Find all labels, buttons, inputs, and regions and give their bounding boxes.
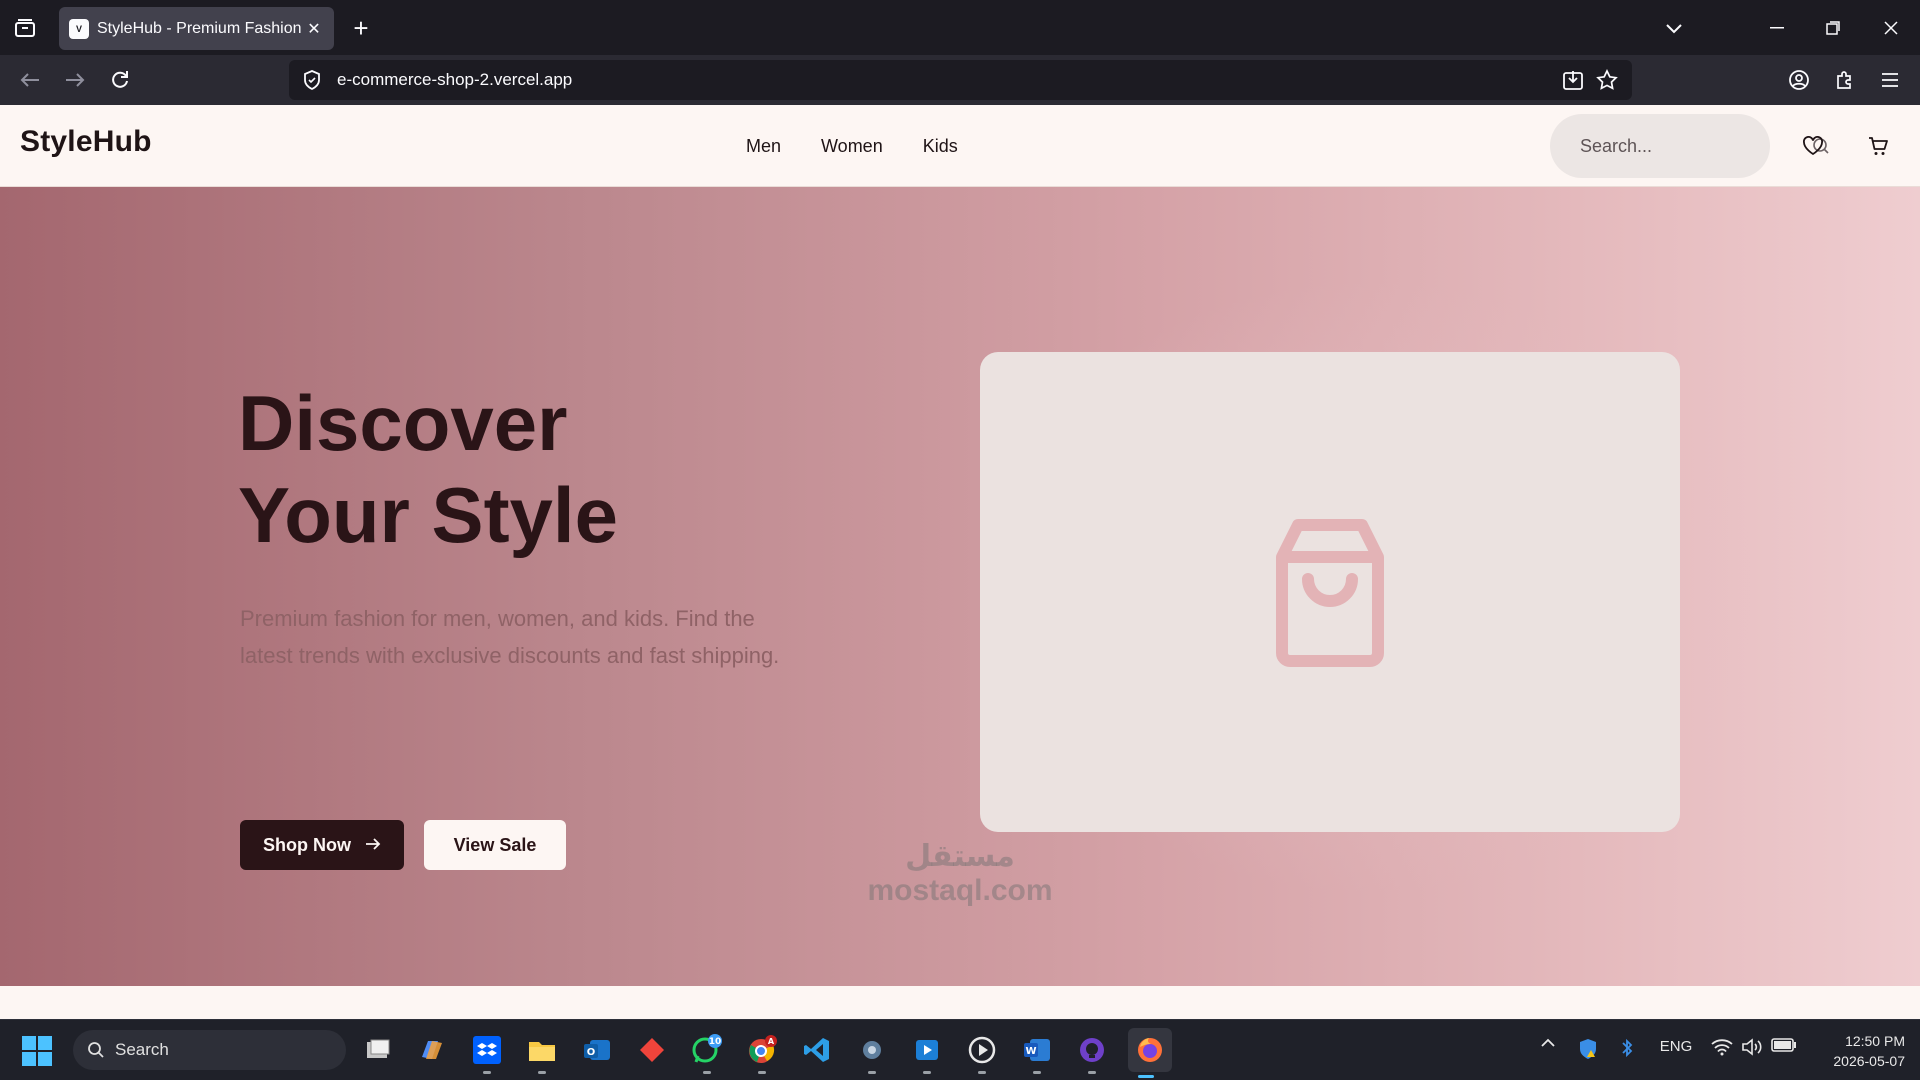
github-desktop-icon[interactable] bbox=[1074, 1032, 1110, 1074]
search-box bbox=[1550, 114, 1829, 178]
vercel-favicon-icon: V bbox=[69, 18, 89, 39]
site-header: StyleHub Men Women Kids bbox=[0, 105, 1920, 187]
hero-title: Discover Your Style bbox=[238, 377, 618, 561]
site-logo[interactable]: StyleHub bbox=[20, 125, 152, 159]
account-icon[interactable] bbox=[1783, 64, 1815, 96]
windows-taskbar: Search O 10 A W ENG 12:50 PM 2026-05-07 bbox=[0, 1019, 1920, 1080]
language-indicator[interactable]: ENG bbox=[1655, 1038, 1697, 1055]
reload-icon[interactable] bbox=[104, 64, 136, 96]
outlook-icon[interactable]: O bbox=[579, 1032, 615, 1068]
word-icon[interactable]: W bbox=[1019, 1032, 1055, 1074]
close-tab-icon[interactable]: ✕ bbox=[304, 19, 324, 39]
back-arrow-icon[interactable] bbox=[14, 64, 46, 96]
running-indicator bbox=[538, 1071, 546, 1074]
nav-link-kids[interactable]: Kids bbox=[923, 136, 958, 157]
whatsapp-icon[interactable]: 10 bbox=[689, 1032, 725, 1074]
running-indicator bbox=[978, 1071, 986, 1074]
browser-tab-bar: V StyleHub - Premium Fashion E-c ✕ + bbox=[0, 0, 1920, 55]
minimize-icon[interactable] bbox=[1757, 12, 1797, 44]
list-all-tabs-chevron-icon[interactable] bbox=[1654, 12, 1694, 44]
forward-arrow-icon[interactable] bbox=[59, 64, 91, 96]
running-indicator bbox=[868, 1071, 876, 1074]
svg-text:O: O bbox=[587, 1047, 596, 1058]
running-indicator bbox=[483, 1071, 491, 1074]
wifi-icon[interactable] bbox=[1710, 1038, 1734, 1056]
clock-time: 12:50 PM bbox=[1845, 1033, 1905, 1049]
tab-title: StyleHub - Premium Fashion E-c bbox=[97, 19, 304, 37]
task-view-icon[interactable] bbox=[359, 1032, 395, 1068]
clock-date: 2026-05-07 bbox=[1833, 1053, 1905, 1069]
shopping-bag-icon bbox=[1276, 519, 1384, 667]
whatsapp-badge: 10 bbox=[709, 1037, 722, 1047]
system-clock[interactable]: 12:50 PM 2026-05-07 bbox=[1805, 1031, 1905, 1071]
search-icon bbox=[88, 1042, 104, 1058]
file-explorer-icon[interactable] bbox=[524, 1032, 560, 1074]
close-window-icon[interactable] bbox=[1871, 12, 1911, 44]
browser-tab-active[interactable]: V StyleHub - Premium Fashion E-c ✕ bbox=[59, 7, 334, 50]
volume-icon[interactable] bbox=[1740, 1038, 1764, 1056]
tracking-protection-shield-icon[interactable] bbox=[301, 69, 323, 91]
nav-link-men[interactable]: Men bbox=[746, 136, 781, 157]
running-indicator bbox=[1088, 1071, 1096, 1074]
view-sale-button[interactable]: View Sale bbox=[424, 820, 566, 870]
settings-gear-icon[interactable] bbox=[854, 1032, 890, 1074]
dropbox-icon[interactable] bbox=[469, 1032, 505, 1074]
windows-start-icon[interactable] bbox=[22, 1036, 52, 1066]
hero-image-placeholder bbox=[980, 352, 1680, 832]
shop-now-label: Shop Now bbox=[263, 834, 351, 855]
arrow-right-icon bbox=[365, 835, 381, 856]
address-bar[interactable]: e-commerce-shop-2.vercel.app bbox=[289, 60, 1632, 100]
running-indicator bbox=[703, 1071, 711, 1074]
svg-text:W: W bbox=[1025, 1046, 1036, 1057]
media-app-icon[interactable] bbox=[909, 1032, 945, 1074]
tab-list-icon[interactable] bbox=[10, 14, 40, 42]
chrome-icon[interactable]: A bbox=[744, 1032, 780, 1074]
security-shield-warning-icon[interactable] bbox=[1576, 1038, 1600, 1060]
nav-link-women[interactable]: Women bbox=[821, 136, 883, 157]
wishlist-heart-icon[interactable] bbox=[1798, 131, 1828, 161]
firefox-icon[interactable] bbox=[1128, 1028, 1172, 1078]
save-page-icon[interactable] bbox=[1560, 67, 1586, 93]
watermark-latin: mostaql.com bbox=[867, 874, 1053, 907]
running-indicator bbox=[758, 1071, 766, 1074]
show-hidden-icons-chevron-icon[interactable] bbox=[1536, 1038, 1560, 1048]
battery-icon[interactable] bbox=[1770, 1038, 1798, 1052]
hero-subtitle: Premium fashion for men, women, and kids… bbox=[240, 606, 780, 668]
mostaql-watermark: مستقل mostaql.com bbox=[840, 840, 1080, 908]
app-menu-hamburger-icon[interactable] bbox=[1874, 64, 1906, 96]
cart-icon[interactable] bbox=[1863, 131, 1893, 161]
main-nav: Men Women Kids bbox=[746, 105, 958, 187]
shop-now-button[interactable]: Shop Now bbox=[240, 820, 404, 870]
running-indicator bbox=[1033, 1071, 1041, 1074]
vscode-icon[interactable] bbox=[799, 1032, 835, 1068]
media-player-icon[interactable] bbox=[964, 1032, 1000, 1074]
restore-icon[interactable] bbox=[1813, 12, 1853, 44]
taskbar-search-label: Search bbox=[115, 1040, 169, 1059]
hero-title-line2: Your Style bbox=[238, 471, 618, 559]
copilot-icon[interactable] bbox=[414, 1032, 450, 1068]
taskbar-search[interactable]: Search bbox=[73, 1030, 346, 1070]
browser-nav-bar: e-commerce-shop-2.vercel.app bbox=[0, 55, 1920, 105]
chrome-profile-badge: A bbox=[768, 1037, 775, 1046]
bluetooth-icon[interactable] bbox=[1617, 1038, 1637, 1058]
anydesk-icon[interactable] bbox=[634, 1032, 670, 1068]
new-tab-icon[interactable]: + bbox=[345, 12, 377, 44]
hero-title-line1: Discover bbox=[238, 379, 568, 467]
active-indicator bbox=[1138, 1075, 1154, 1078]
url-text[interactable]: e-commerce-shop-2.vercel.app bbox=[337, 70, 1552, 90]
search-input[interactable] bbox=[1580, 135, 1812, 157]
bookmark-star-icon[interactable] bbox=[1594, 67, 1620, 93]
watermark-arabic: مستقل bbox=[905, 840, 1015, 873]
extensions-puzzle-icon[interactable] bbox=[1829, 64, 1861, 96]
running-indicator bbox=[923, 1071, 931, 1074]
page-below-hero bbox=[0, 986, 1920, 1019]
